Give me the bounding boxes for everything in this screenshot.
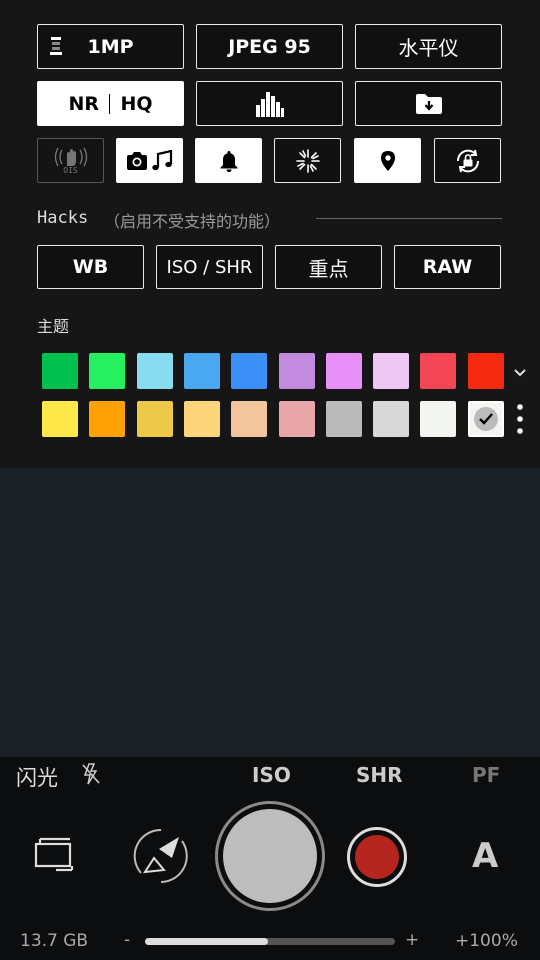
theme-swatch[interactable] [231, 353, 267, 389]
theme-swatch[interactable] [89, 401, 125, 437]
theme-swatch[interactable] [184, 401, 220, 437]
switch-camera-icon[interactable] [132, 827, 190, 885]
check-icon [474, 407, 498, 431]
shutter-inner [223, 809, 317, 903]
theme-swatch[interactable] [137, 401, 173, 437]
theme-swatch[interactable] [420, 353, 456, 389]
gallery-icon[interactable] [34, 836, 74, 874]
bell-icon [220, 150, 237, 172]
zoom-slider-fill [145, 938, 268, 945]
zoom-minus[interactable]: - [124, 930, 130, 950]
mode-shr[interactable]: SHR [356, 763, 403, 787]
camera-app: 1MP JPEG 95 水平仪 NR HQ OIS Hacks （启用不受支持的… [0, 0, 540, 960]
histogram-button[interactable] [196, 81, 343, 126]
more-options-icon[interactable] [516, 403, 524, 435]
nr-hq-button[interactable]: NR HQ [37, 81, 184, 126]
resolution-button[interactable]: 1MP [37, 24, 184, 69]
histogram-icon [255, 91, 284, 117]
theme-swatch[interactable] [137, 353, 173, 389]
hq-label: HQ [120, 92, 153, 115]
sound-button[interactable] [116, 138, 183, 183]
settings-panel: 1MP JPEG 95 水平仪 NR HQ OIS Hacks （启用不受支持的… [0, 0, 540, 468]
hacks-divider [316, 218, 502, 219]
storage-label: 13.7 GB [20, 931, 89, 951]
theme-swatch[interactable] [326, 401, 362, 437]
record-button[interactable] [347, 827, 407, 887]
hack-wb-label: WB [72, 256, 109, 278]
mode-iso[interactable]: ISO [252, 763, 291, 787]
mode-pf[interactable]: PF [472, 763, 500, 787]
theme-swatch[interactable] [420, 401, 456, 437]
lock-rotate-icon [456, 149, 479, 172]
theme-swatch[interactable] [373, 353, 409, 389]
theme-swatch[interactable] [89, 353, 125, 389]
zoom-plus[interactable]: + [405, 930, 419, 950]
location-button[interactable] [354, 138, 421, 183]
theme-swatch[interactable] [279, 353, 315, 389]
level-label: 水平仪 [398, 36, 459, 60]
location-pin-icon [380, 150, 395, 171]
hack-wb-button[interactable]: WB [37, 245, 144, 289]
nr-label: NR [68, 92, 99, 115]
sparkle-icon [295, 148, 320, 173]
theme-title: 主题 [37, 317, 70, 336]
hacks-title: Hacks [37, 208, 89, 228]
theme-swatch[interactable] [279, 401, 315, 437]
theme-swatch[interactable] [326, 353, 362, 389]
theme-swatch[interactable] [184, 353, 220, 389]
hack-iso-shr-label: ISO / SHR [166, 256, 253, 278]
flash-off-icon[interactable] [80, 762, 102, 786]
theme-swatch[interactable] [42, 353, 78, 389]
hack-focus-button[interactable]: 重点 [275, 245, 382, 289]
rotation-lock-button[interactable] [434, 138, 501, 183]
hack-raw-label: RAW [422, 256, 473, 278]
record-inner [355, 835, 399, 879]
resolution-bars-icon [50, 37, 62, 57]
folder-download-icon [415, 93, 442, 114]
hacks-hint: （启用不受支持的功能） [104, 212, 281, 231]
hack-focus-label: 重点 [308, 256, 349, 281]
hack-raw-button[interactable]: RAW [394, 245, 501, 289]
theme-swatch[interactable] [42, 401, 78, 437]
save-location-button[interactable] [355, 81, 502, 126]
theme-swatch[interactable] [468, 401, 504, 437]
ois-label: OIS [63, 166, 78, 175]
auto-mode-button[interactable]: A [472, 836, 498, 876]
notification-button[interactable] [195, 138, 262, 183]
exposure-label: +100% [455, 931, 518, 951]
nr-hq-divider [108, 93, 111, 114]
chevron-down-icon[interactable] [513, 368, 527, 378]
ois-hand-icon [54, 147, 87, 167]
level-button[interactable]: 水平仪 [355, 24, 502, 69]
ois-button[interactable]: OIS [37, 138, 104, 183]
format-label: JPEG 95 [228, 35, 311, 58]
theme-swatch[interactable] [231, 401, 267, 437]
resolution-label: 1MP [87, 35, 134, 58]
brightness-button[interactable] [274, 138, 341, 183]
theme-swatch[interactable] [373, 401, 409, 437]
theme-swatch[interactable] [468, 353, 504, 389]
shutter-button[interactable] [215, 801, 325, 911]
flash-label[interactable]: 闪光 [16, 762, 58, 792]
format-button[interactable]: JPEG 95 [196, 24, 343, 69]
zoom-slider[interactable] [145, 938, 395, 945]
camera-music-icon [126, 149, 172, 170]
hack-iso-shr-button[interactable]: ISO / SHR [156, 245, 263, 289]
viewfinder[interactable] [0, 468, 540, 757]
